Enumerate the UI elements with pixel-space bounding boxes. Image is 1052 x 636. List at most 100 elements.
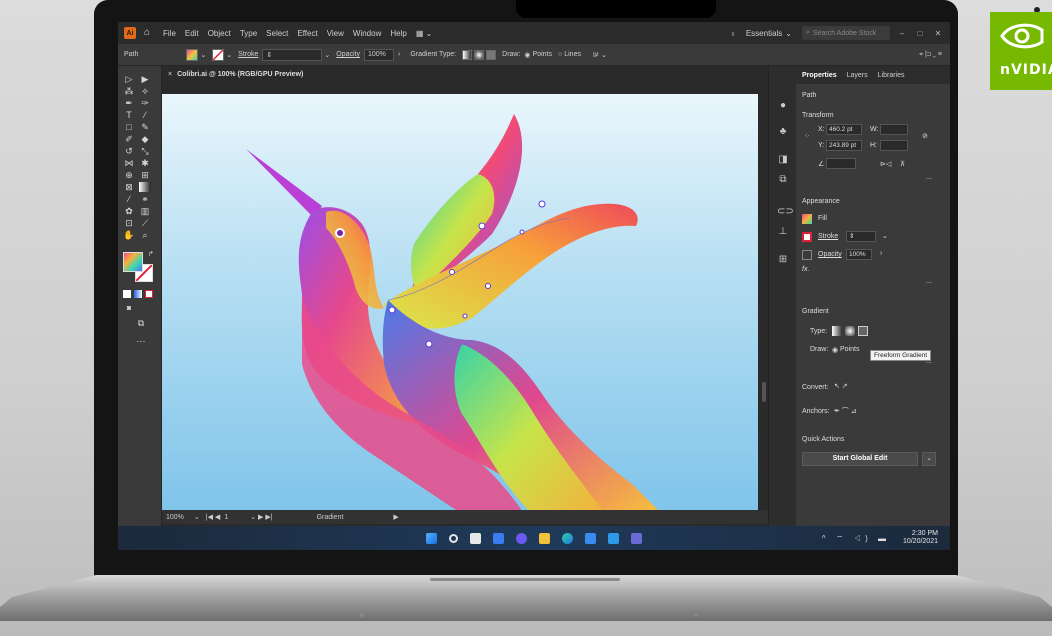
linear-gradient-icon[interactable] xyxy=(462,49,473,60)
color-panel-icon[interactable]: ● xyxy=(777,100,789,112)
rotate-icon[interactable]: ∠ xyxy=(818,160,824,168)
file-explorer-icon[interactable] xyxy=(539,532,550,544)
menu-type[interactable]: Type xyxy=(240,29,257,38)
artboard-number[interactable]: 1 xyxy=(224,514,228,521)
chevron-down-icon[interactable]: ⌄ xyxy=(226,51,232,59)
align-icon[interactable]: ⊯ ⌄ xyxy=(593,51,607,59)
chevron-down-icon[interactable]: ⌄ xyxy=(324,51,330,59)
clock[interactable]: 2:30 PM 10/20/2021 xyxy=(903,530,938,546)
stroke-swatch[interactable] xyxy=(802,232,812,242)
flip-horizontal-icon[interactable]: ⊳◁ xyxy=(880,160,891,168)
freeform-gradient-icon[interactable] xyxy=(486,49,497,60)
start-icon[interactable] xyxy=(426,532,437,544)
links-panel-icon[interactable]: ⊂⊃ xyxy=(777,206,794,218)
line-tool-icon[interactable]: ⁄ xyxy=(139,110,151,120)
slice-tool-icon[interactable]: ⟋ xyxy=(139,218,151,228)
fill-swatch[interactable] xyxy=(802,214,812,224)
workspace-switcher[interactable]: Essentials xyxy=(746,29,782,38)
chevron-right-icon[interactable]: › xyxy=(398,51,400,58)
menu-select[interactable]: Select xyxy=(266,29,288,38)
symbols-panel-icon[interactable]: ⧉ xyxy=(777,174,789,186)
points-radio-icon[interactable]: ◉ xyxy=(832,346,838,354)
menu-view[interactable]: View xyxy=(327,29,344,38)
direct-selection-tool-icon[interactable]: ▷ xyxy=(123,74,135,84)
photos-icon[interactable] xyxy=(608,532,619,544)
pen-tool-icon[interactable]: ✒ xyxy=(123,98,135,108)
canvas-area[interactable] xyxy=(162,82,768,526)
chevron-down-icon[interactable]: ⌄ xyxy=(882,232,888,240)
stroke-swatch[interactable] xyxy=(212,48,225,61)
menu-edit[interactable]: Edit xyxy=(185,29,199,38)
panel-options-icon[interactable]: ⌖ |⊐ ⌄ ≡ xyxy=(919,51,942,59)
h-field[interactable] xyxy=(880,140,908,151)
mesh-tool-icon[interactable]: ⊠ xyxy=(123,182,135,192)
rectangle-tool-icon[interactable]: □ xyxy=(123,122,135,132)
flip-vertical-icon[interactable]: ⊼ xyxy=(900,160,905,168)
reference-point-icon[interactable]: ⁘ xyxy=(804,132,810,140)
chat-icon[interactable] xyxy=(516,532,527,544)
start-global-edit-button[interactable]: Start Global Edit xyxy=(802,452,918,466)
chevron-right-icon[interactable]: ▶ xyxy=(393,513,398,521)
next-artboard-icon[interactable]: ⌄ ▶ ▶| xyxy=(250,513,272,521)
magic-wand-tool-icon[interactable]: ⁂ xyxy=(123,86,135,96)
menu-window[interactable]: Window xyxy=(353,29,381,38)
eyedropper-tool-icon[interactable]: ⁄ xyxy=(123,194,135,204)
stroke-label[interactable]: Stroke xyxy=(818,233,838,240)
fill-color-swatch-front[interactable] xyxy=(123,252,143,272)
align-panel-icon[interactable]: ⊥ xyxy=(777,226,789,238)
eraser-tool-icon[interactable]: ◆ xyxy=(139,134,151,144)
menu-file[interactable]: File xyxy=(163,29,176,38)
menu-object[interactable]: Object xyxy=(208,29,231,38)
search-icon[interactable] xyxy=(449,533,458,543)
rotate-field[interactable] xyxy=(826,158,856,169)
paintbrush-tool-icon[interactable]: ✎ xyxy=(139,122,151,132)
document-tab[interactable]: × Colibri.ai @ 100% (RGB/GPU Preview) xyxy=(162,66,768,82)
maximize-button[interactable]: □ xyxy=(914,29,926,38)
opacity-field[interactable]: 100% xyxy=(364,48,394,61)
anchor-tools-icon[interactable]: ✒ ⌒ ⊿ xyxy=(834,406,857,416)
x-field[interactable]: 460.2 pt xyxy=(826,124,862,135)
convert-corner-icon[interactable]: ↖ ↗ xyxy=(834,382,848,390)
artboard[interactable] xyxy=(162,94,758,514)
tab-libraries[interactable]: Libraries xyxy=(878,72,905,79)
swatches-panel-icon[interactable]: ◨ xyxy=(777,154,789,166)
store-icon[interactable] xyxy=(585,532,596,544)
artboard-tool-icon[interactable]: ⊡ xyxy=(123,218,135,228)
freeform-gradient-icon[interactable] xyxy=(858,326,868,336)
opacity-field[interactable]: 100% xyxy=(846,249,872,260)
search-stock-input[interactable]: ⌕ Search Adobe Stock xyxy=(802,26,890,40)
hummingbird-artwork[interactable] xyxy=(162,94,758,514)
w-field[interactable] xyxy=(880,124,908,135)
color-mode-icon[interactable] xyxy=(123,290,131,298)
y-field[interactable]: 243.89 pt xyxy=(826,140,862,151)
more-options-icon[interactable]: ... xyxy=(926,174,932,181)
radial-gradient-icon[interactable] xyxy=(845,326,855,336)
fill-swatch[interactable] xyxy=(186,48,199,61)
lines-radio-icon[interactable]: ○ xyxy=(558,51,562,58)
linear-gradient-icon[interactable] xyxy=(832,326,842,336)
stroke-label[interactable]: Stroke xyxy=(238,51,258,58)
edit-toolbar-icon[interactable]: ⋯ xyxy=(135,336,147,346)
opacity-label[interactable]: Opacity xyxy=(336,51,360,58)
column-graph-tool-icon[interactable]: ▥ xyxy=(139,206,151,216)
none-mode-icon[interactable] xyxy=(145,290,153,298)
minimize-button[interactable]: – xyxy=(896,29,908,38)
widgets-icon[interactable] xyxy=(493,532,504,544)
zoom-tool-icon[interactable]: ⌕ xyxy=(139,230,151,240)
shaper-tool-icon[interactable]: ✐ xyxy=(123,134,135,144)
type-tool-icon[interactable]: T xyxy=(123,110,135,120)
symbol-sprayer-tool-icon[interactable]: ✿ xyxy=(123,206,135,216)
fx-icon[interactable]: fx. xyxy=(802,266,809,273)
screen-mode-icon[interactable]: ⧉ xyxy=(135,318,147,328)
perspective-grid-tool-icon[interactable]: ⊞ xyxy=(139,170,151,180)
width-tool-icon[interactable]: ⋈ xyxy=(123,158,135,168)
teams-icon[interactable] xyxy=(631,532,642,544)
hand-tool-icon[interactable]: ✋ xyxy=(123,230,135,240)
constrain-proportions-icon[interactable]: ⊘ xyxy=(922,132,928,140)
system-tray-icons[interactable]: ^ ⌔ ◁) ▬ xyxy=(822,534,890,544)
lasso-tool-icon[interactable]: ⟡ xyxy=(139,86,151,96)
rotate-tool-icon[interactable]: ↺ xyxy=(123,146,135,156)
pathfinder-panel-icon[interactable]: ⊞ xyxy=(777,254,789,266)
puppet-warp-tool-icon[interactable]: ✱ xyxy=(139,158,151,168)
stroke-weight-stepper[interactable]: ⇕ xyxy=(262,48,323,61)
